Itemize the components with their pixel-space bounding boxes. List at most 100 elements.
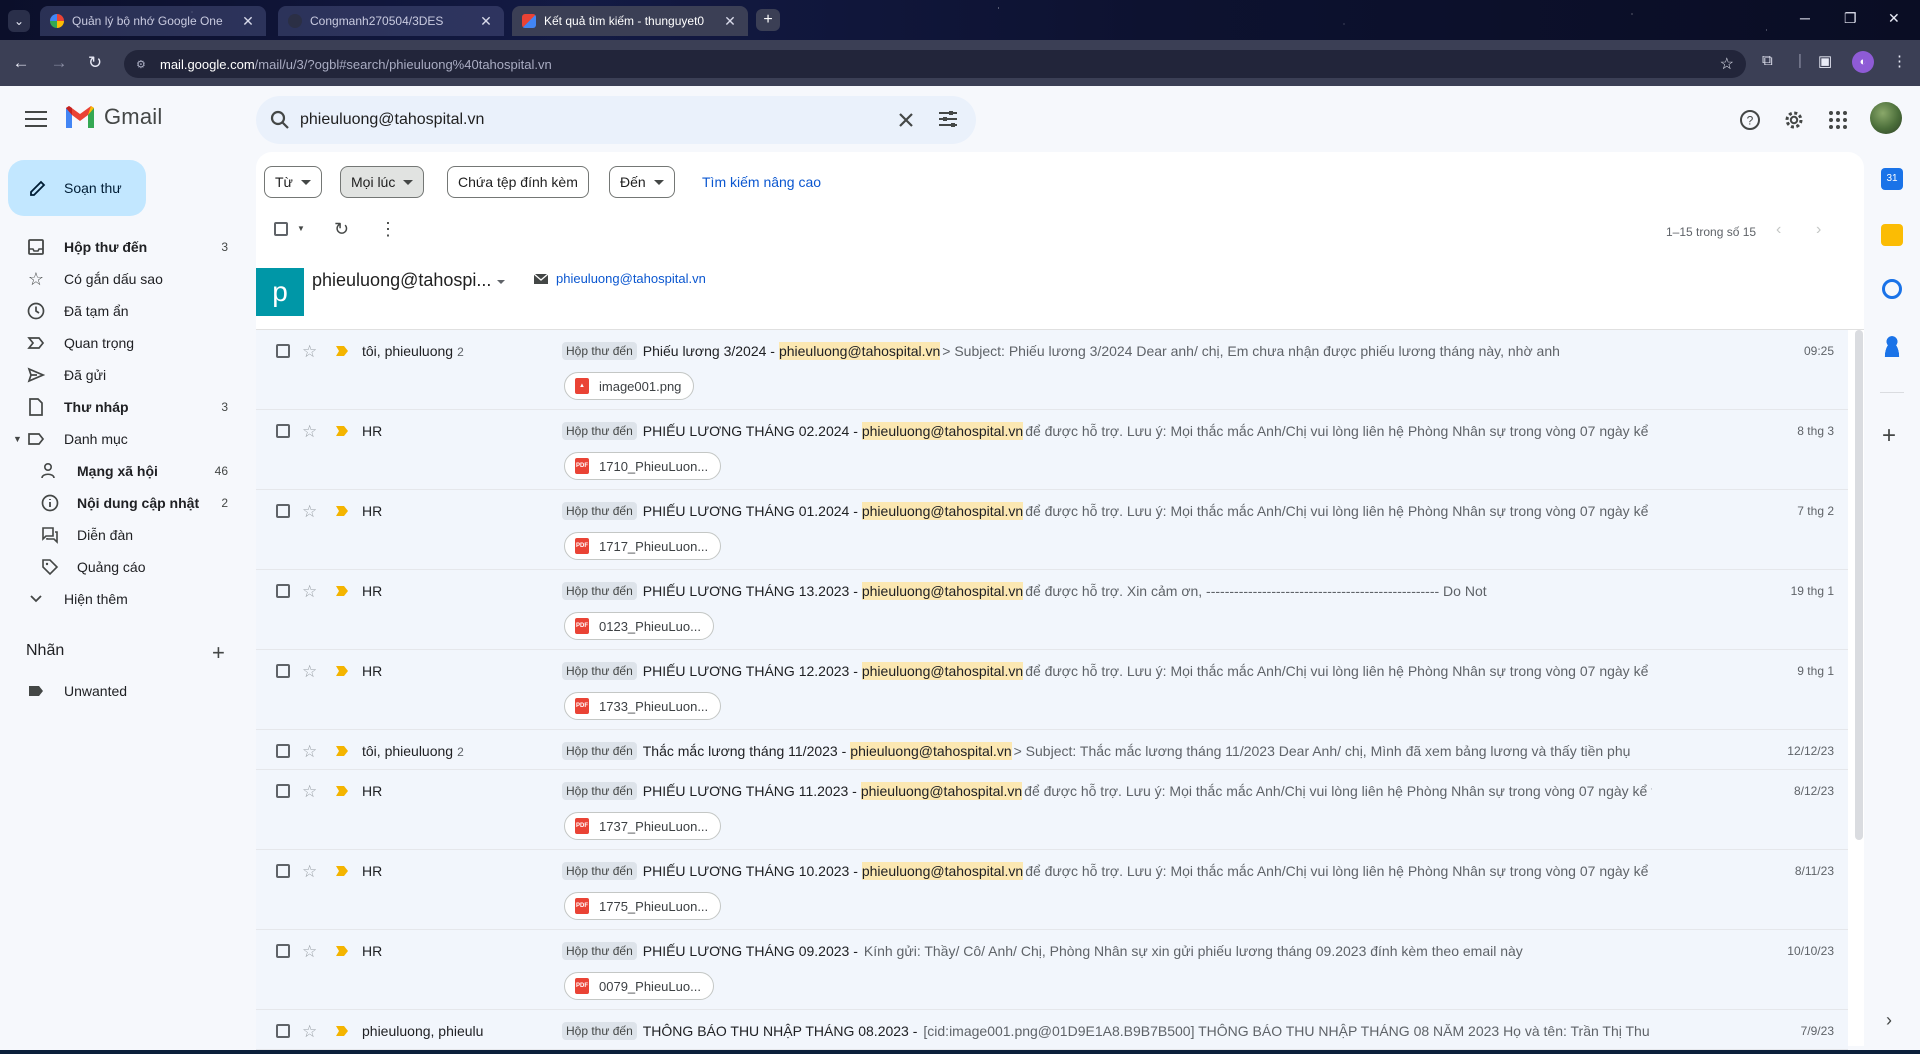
attachment-chip[interactable]: PDF 1737_PhieuLuon... [564, 812, 722, 840]
new-tab-button[interactable]: + [756, 9, 780, 31]
star-icon[interactable]: ☆ [302, 742, 317, 762]
star-icon[interactable]: ☆ [302, 662, 317, 682]
email-row[interactable]: ☆ phieuluong, phieulu Hộp thư đến THÔNG BÁO… [256, 1010, 1848, 1050]
important-marker-icon[interactable] [336, 506, 348, 516]
select-dropdown-icon[interactable]: ▼ [297, 224, 305, 233]
attachment-chip[interactable]: PDF 1775_PhieuLuon... [564, 892, 722, 920]
important-marker-icon[interactable] [336, 866, 348, 876]
refresh-icon[interactable]: ↻ [334, 219, 349, 240]
prev-page-icon[interactable]: ‹ [1776, 221, 1781, 239]
important-marker-icon[interactable] [336, 666, 348, 676]
attachment-chip[interactable]: PDF 0079_PhieuLuo... [564, 972, 714, 1000]
row-checkbox[interactable] [276, 584, 290, 603]
sidebar-item-inbox[interactable]: Hộp thư đến 3 [0, 231, 240, 263]
google-apps-icon[interactable] [1825, 107, 1851, 133]
email-row[interactable]: ☆ HR Hộp thư đến PHIẾU LƯƠNG THÁNG 10.2023 … [256, 850, 1848, 930]
star-icon[interactable]: ☆ [302, 942, 317, 962]
email-row[interactable]: ☆ HR Hộp thư đến PHIẾU LƯƠNG THÁNG 13.2023 … [256, 570, 1848, 650]
site-info-icon[interactable]: ⚙ [136, 58, 150, 71]
email-row[interactable]: ☆ HR Hộp thư đến PHIẾU LƯƠNG THÁNG 11.2023 … [256, 770, 1848, 850]
account-avatar[interactable] [1870, 102, 1902, 134]
bookmark-star-icon[interactable]: ☆ [1720, 54, 1734, 74]
close-tab-icon[interactable]: ✕ [240, 13, 256, 30]
row-checkbox[interactable] [276, 344, 290, 363]
email-row[interactable]: ☆ HR Hộp thư đến PHIẾU LƯƠNG THÁNG 02.2024 … [256, 410, 1848, 490]
inbox-label-tag[interactable]: Hộp thư đến [562, 782, 637, 800]
next-page-icon[interactable]: › [1816, 221, 1821, 239]
minimize-icon[interactable]: ─ [1800, 10, 1810, 26]
star-icon[interactable]: ☆ [302, 342, 317, 362]
inbox-label-tag[interactable]: Hộp thư đến [562, 942, 637, 960]
inbox-label-tag[interactable]: Hộp thư đến [562, 742, 637, 760]
browser-profile-avatar[interactable]: ◐ [1852, 51, 1874, 73]
advanced-search-link[interactable]: Tìm kiếm nâng cao [702, 174, 821, 190]
contact-dropdown-icon[interactable] [496, 278, 506, 286]
row-checkbox[interactable] [276, 944, 290, 963]
email-row[interactable]: ☆ tôi, phieuluong 2 Hộp thư đến Thắc mắc lươ… [256, 730, 1848, 770]
compose-button[interactable]: Soạn thư [8, 160, 146, 216]
inbox-label-tag[interactable]: Hộp thư đến [562, 342, 637, 360]
important-marker-icon[interactable] [336, 786, 348, 796]
close-tab-icon[interactable]: ✕ [722, 13, 738, 30]
browser-tab-github[interactable]: Congmanh270504/3DES ✕ [278, 6, 504, 36]
email-row[interactable]: ☆ HR Hộp thư đến PHIẾU LƯƠNG THÁNG 01.2024 … [256, 490, 1848, 570]
tab-search-button[interactable]: ⌄ [8, 10, 30, 32]
important-marker-icon[interactable] [336, 346, 348, 356]
add-label-icon[interactable]: + [212, 640, 225, 666]
sidebar-item-drafts[interactable]: Thư nháp 3 [0, 391, 240, 423]
attachment-chip[interactable]: PDF 0123_PhieuLuo... [564, 612, 714, 640]
reload-icon[interactable]: ↻ [84, 52, 106, 74]
attachment-chip[interactable]: PDF 1733_PhieuLuon... [564, 692, 722, 720]
main-menu-icon[interactable] [22, 108, 50, 130]
row-checkbox[interactable] [276, 864, 290, 883]
sidebar-item-updates[interactable]: Nội dung cập nhật 2 [0, 487, 240, 519]
sidebar-item-important[interactable]: Quan trọng [0, 327, 240, 359]
row-checkbox[interactable] [276, 504, 290, 523]
clear-search-icon[interactable] [896, 110, 916, 130]
browser-tab-google-one[interactable]: Quản lý bộ nhớ Google One ✕ [40, 6, 266, 36]
contacts-icon[interactable] [1881, 335, 1903, 357]
important-marker-icon[interactable] [336, 426, 348, 436]
tasks-icon[interactable] [1882, 279, 1902, 299]
sidebar-item-categories[interactable]: ▼ Danh mục [0, 423, 240, 455]
important-marker-icon[interactable] [336, 746, 348, 756]
browser-menu-icon[interactable]: ⋮ [1892, 52, 1907, 70]
address-bar[interactable]: ⚙ mail.google.com/mail/u/3/?ogbl#search/… [124, 50, 1746, 78]
inbox-label-tag[interactable]: Hộp thư đến [562, 662, 637, 680]
sidebar-item-social[interactable]: Mạng xã hội 46 [0, 455, 240, 487]
important-marker-icon[interactable] [336, 1026, 348, 1036]
back-icon[interactable]: ← [10, 52, 32, 74]
star-icon[interactable]: ☆ [302, 502, 317, 522]
settings-gear-icon[interactable] [1781, 107, 1807, 133]
sidebar-item-more[interactable]: Hiện thêm [0, 583, 240, 615]
attachment-chip[interactable]: PDF 1710_PhieuLuon... [564, 452, 722, 480]
email-row[interactable]: ☆ HR Hộp thư đến PHIẾU LƯƠNG THÁNG 12.2023 … [256, 650, 1848, 730]
show-panel-chevron-icon[interactable]: › [1886, 1010, 1892, 1031]
sidebar-item-forums[interactable]: Diễn đàn [0, 519, 240, 551]
more-options-icon[interactable]: ⋮ [379, 219, 397, 240]
expand-arrow-icon[interactable]: ▼ [13, 434, 22, 444]
extensions-icon[interactable]: ⧉ [1762, 52, 1773, 69]
search-input[interactable] [300, 106, 880, 134]
sidebar-item-sent[interactable]: Đã gửi [0, 359, 240, 391]
inbox-label-tag[interactable]: Hộp thư đến [562, 422, 637, 440]
forward-icon[interactable]: → [48, 52, 70, 74]
calendar-icon[interactable]: 31 [1881, 168, 1903, 190]
attachment-chip[interactable]: ▲ image001.png [564, 372, 695, 400]
contact-email-link[interactable]: phieuluong@tahospital.vn [556, 271, 706, 286]
restore-icon[interactable]: ❐ [1844, 10, 1857, 27]
sidebar-item-starred[interactable]: ☆ Có gắn dấu sao [0, 263, 240, 295]
list-scrollbar[interactable] [1855, 330, 1863, 840]
sidebar-item-snoozed[interactable]: Đã tạm ẩn [0, 295, 240, 327]
search-options-icon[interactable] [937, 108, 959, 130]
filter-time-chip[interactable]: Mọi lúc [340, 166, 425, 198]
important-marker-icon[interactable] [336, 946, 348, 956]
inbox-label-tag[interactable]: Hộp thư đến [562, 1022, 637, 1040]
star-icon[interactable]: ☆ [302, 1022, 317, 1042]
filter-attachment-chip[interactable]: Chứa tệp đính kèm [447, 166, 589, 198]
email-row[interactable]: ☆ tôi, phieuluong 2 Hộp thư đến Phiếu lương … [256, 330, 1848, 410]
row-checkbox[interactable] [276, 1024, 290, 1043]
select-all-checkbox[interactable] [274, 222, 288, 241]
inbox-label-tag[interactable]: Hộp thư đến [562, 582, 637, 600]
row-checkbox[interactable] [276, 424, 290, 443]
